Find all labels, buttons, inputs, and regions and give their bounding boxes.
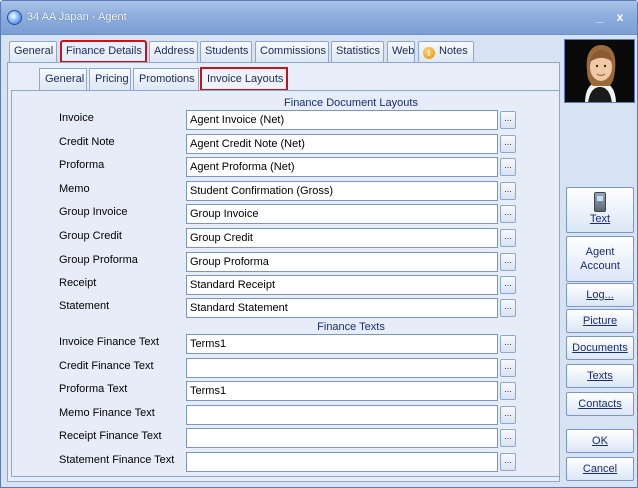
window-title: 34 AA Japan - Agent (27, 11, 127, 23)
log-button[interactable]: Log... (566, 283, 634, 307)
documents-button-label: Documents (572, 342, 628, 354)
credit-note-layout-field[interactable]: Agent Credit Note (Net) (186, 134, 498, 154)
label-group-proforma: Group Proforma (59, 254, 138, 266)
tab-notes-label: Notes (439, 45, 468, 57)
credit-note-browse-button[interactable]: ... (500, 135, 516, 153)
app-globe-icon (7, 10, 22, 25)
picture-button-label: Picture (582, 315, 618, 327)
memo-finance-text-browse-button[interactable]: ... (500, 406, 516, 424)
proforma-text-field[interactable]: Terms1 (186, 381, 498, 401)
section-title-texts: Finance Texts (317, 321, 385, 333)
group-invoice-browse-button[interactable]: ... (500, 205, 516, 223)
mobile-phone-icon (594, 192, 606, 212)
invoice-layout-field[interactable]: Agent Invoice (Net) (186, 110, 498, 130)
memo-layout-field[interactable]: Student Confirmation (Gross) (186, 181, 498, 201)
tab-notes[interactable]: i Notes (418, 41, 474, 62)
tab-web[interactable]: Web (387, 41, 415, 62)
label-invoice: Invoice (59, 112, 94, 124)
label-statement-finance-text: Statement Finance Text (59, 454, 175, 466)
info-icon: i (423, 47, 435, 59)
cancel-button-label: Cancel (582, 463, 618, 475)
agent-account-label-1: Agent (585, 246, 615, 258)
title-bar[interactable]: 34 AA Japan - Agent _ x (1, 1, 637, 35)
agent-account-label-2: Account (580, 260, 620, 272)
memo-finance-text-field[interactable] (186, 405, 498, 425)
group-credit-layout-field[interactable]: Group Credit (186, 228, 498, 248)
proforma-text-browse-button[interactable]: ... (500, 382, 516, 400)
group-credit-browse-button[interactable]: ... (500, 229, 516, 247)
tab-finance-details[interactable]: Finance Details (60, 40, 147, 63)
text-button-label: Text (589, 213, 611, 225)
group-proforma-browse-button[interactable]: ... (500, 253, 516, 271)
label-group-invoice: Group Invoice (59, 206, 128, 218)
label-receipt-finance-text: Receipt Finance Text (59, 430, 162, 442)
credit-finance-text-browse-button[interactable]: ... (500, 359, 516, 377)
log-button-label: Log... (586, 289, 614, 301)
contacts-button[interactable]: Contacts (566, 392, 634, 416)
invoice-finance-text-field[interactable]: Terms1 (186, 334, 498, 354)
label-invoice-finance-text: Invoice Finance Text (59, 336, 160, 348)
label-proforma-text: Proforma Text (59, 383, 128, 395)
agent-window: 34 AA Japan - Agent _ x General Finance … (0, 0, 638, 488)
tab-students[interactable]: Students (200, 41, 252, 62)
tab-general[interactable]: General (9, 41, 57, 62)
statement-layout-field[interactable]: Standard Statement (186, 298, 498, 318)
ok-button[interactable]: OK (566, 429, 634, 453)
invoice-browse-button[interactable]: ... (500, 111, 516, 129)
section-title-layouts: Finance Document Layouts (284, 97, 418, 109)
credit-finance-text-field[interactable] (186, 358, 498, 378)
tab-commissions[interactable]: Commissions (255, 41, 329, 62)
proforma-browse-button[interactable]: ... (500, 158, 516, 176)
subtab-general[interactable]: General (39, 68, 87, 90)
subtab-pricing[interactable]: Pricing (89, 68, 131, 90)
documents-button[interactable]: Documents (566, 336, 634, 360)
cancel-button[interactable]: Cancel (566, 457, 634, 481)
close-button[interactable]: x (613, 10, 627, 24)
agent-photo (564, 39, 635, 103)
text-button[interactable]: Text (566, 187, 634, 233)
statement-finance-text-browse-button[interactable]: ... (500, 453, 516, 471)
texts-button[interactable]: Texts (566, 364, 634, 388)
group-proforma-layout-field[interactable]: Group Proforma (186, 252, 498, 272)
contacts-button-label: Contacts (578, 398, 622, 410)
receipt-browse-button[interactable]: ... (500, 276, 516, 294)
label-credit-finance-text: Credit Finance Text (59, 360, 154, 372)
statement-browse-button[interactable]: ... (500, 299, 516, 317)
invoice-finance-text-browse-button[interactable]: ... (500, 335, 516, 353)
statement-finance-text-field[interactable] (186, 452, 498, 472)
label-credit-note: Credit Note (59, 136, 115, 148)
person-portrait-image (565, 40, 634, 102)
minimize-button[interactable]: _ (593, 10, 607, 24)
label-receipt: Receipt (59, 277, 97, 289)
agent-account-button[interactable]: Agent Account (566, 236, 634, 282)
receipt-finance-text-browse-button[interactable]: ... (500, 429, 516, 447)
receipt-layout-field[interactable]: Standard Receipt (186, 275, 498, 295)
tab-address[interactable]: Address (149, 41, 198, 62)
label-group-credit: Group Credit (59, 230, 122, 242)
picture-button[interactable]: Picture (566, 309, 634, 333)
subtab-promotions[interactable]: Promotions (133, 68, 199, 90)
proforma-layout-field[interactable]: Agent Proforma (Net) (186, 157, 498, 177)
label-memo-finance-text: Memo Finance Text (59, 407, 155, 419)
label-proforma: Proforma (59, 159, 105, 171)
subtab-invoice-layouts[interactable]: Invoice Layouts (200, 67, 288, 91)
label-statement: Statement (59, 300, 110, 312)
receipt-finance-text-field[interactable] (186, 428, 498, 448)
ok-button-label: OK (592, 435, 608, 447)
texts-button-label: Texts (587, 370, 613, 382)
tab-statistics[interactable]: Statistics (331, 41, 384, 62)
label-memo: Memo (59, 183, 90, 195)
group-invoice-layout-field[interactable]: Group Invoice (186, 204, 498, 224)
memo-browse-button[interactable]: ... (500, 182, 516, 200)
